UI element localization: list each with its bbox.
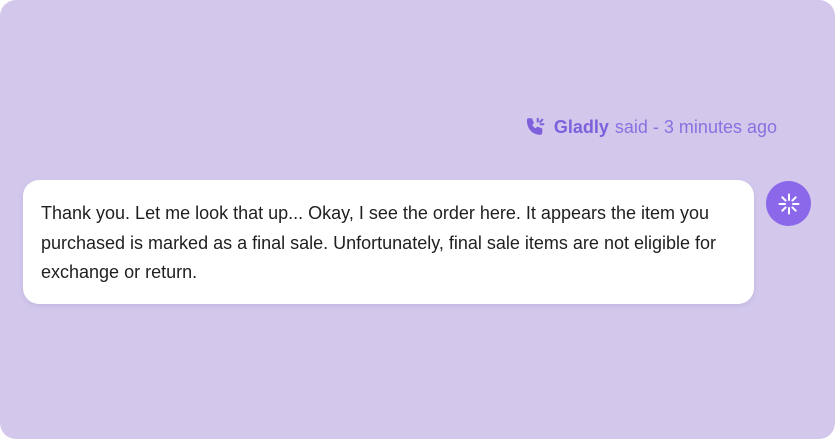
sender-name: Gladly xyxy=(553,116,609,137)
conversation-panel: Gladly said - 3 minutes ago Thank you. L… xyxy=(0,0,835,439)
phone-call-icon xyxy=(524,116,546,138)
message-text: Thank you. Let me look that up... Okay, … xyxy=(41,203,717,282)
message-timestamp: said - 3 minutes ago xyxy=(614,116,777,137)
message-meta: Gladly said - 3 minutes ago xyxy=(524,114,777,140)
sparkle-burst-icon xyxy=(777,192,801,216)
message-bubble: Thank you. Let me look that up... Okay, … xyxy=(23,180,754,304)
agent-avatar xyxy=(766,181,811,226)
